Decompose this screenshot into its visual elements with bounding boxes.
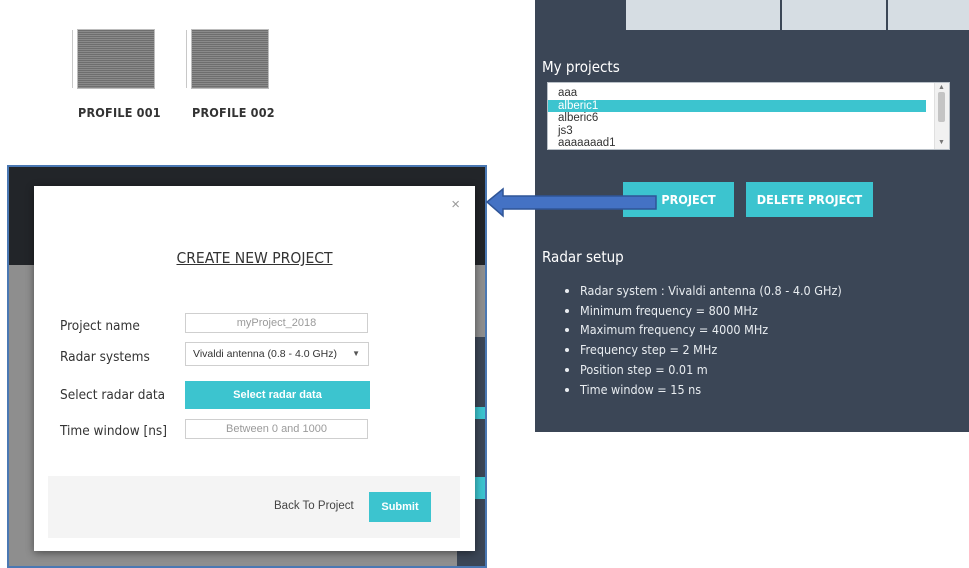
scrollbar-thumb[interactable] xyxy=(938,92,945,122)
setup-item: Maximum frequency = 4000 MHz xyxy=(563,320,842,340)
back-to-project-link[interactable]: Back To Project xyxy=(274,500,354,512)
setup-item: Minimum frequency = 800 MHz xyxy=(563,301,842,321)
submit-button[interactable]: Submit xyxy=(369,492,431,522)
setup-item: Position step = 0.01 m xyxy=(563,360,842,380)
project-item-selected[interactable]: alberic1 xyxy=(548,99,926,112)
setup-item: Radar system : Vivaldi antenna (0.8 - 4.… xyxy=(563,281,842,301)
radar-setup-title: Radar setup xyxy=(542,248,624,266)
project-list-scrollbar[interactable]: ▲ ▼ xyxy=(934,83,949,149)
modal-title: CREATE NEW PROJECT xyxy=(176,249,333,267)
tab-3[interactable] xyxy=(782,0,886,30)
project-item[interactable]: js3 xyxy=(548,125,926,138)
close-icon[interactable]: × xyxy=(451,196,460,213)
select-radar-data-button[interactable]: Select radar data xyxy=(185,381,370,409)
tab-active[interactable] xyxy=(535,0,625,30)
setup-item: Frequency step = 2 MHz xyxy=(563,340,842,360)
project-name-input[interactable]: myProject_2018 xyxy=(185,313,368,333)
radar-systems-label: Radar systems xyxy=(60,349,150,365)
radar-setup-list: Radar system : Vivaldi antenna (0.8 - 4.… xyxy=(563,281,842,399)
time-window-input[interactable]: Between 0 and 1000 xyxy=(185,419,368,439)
tab-bar xyxy=(535,0,969,30)
select-radar-data-label: Select radar data xyxy=(60,387,166,403)
left-arrow-icon xyxy=(485,187,657,218)
setup-item: Time window = 15 ns xyxy=(563,380,842,400)
profile-thumbnail-001[interactable] xyxy=(72,29,155,89)
my-projects-title: My projects xyxy=(542,58,620,76)
project-listbox[interactable]: aaa alberic1 alberic6 js3 aaaaaaad1 ▲ ▼ xyxy=(547,82,950,150)
time-window-label: Time window [ns] xyxy=(60,423,167,439)
scroll-down-icon[interactable]: ▼ xyxy=(938,139,945,147)
tab-4[interactable] xyxy=(888,0,969,30)
radar-systems-select[interactable]: Vivaldi antenna (0.8 - 4.0 GHz) ▼ xyxy=(185,342,369,366)
profile-label-002[interactable]: PROFILE 002 xyxy=(192,105,275,120)
tab-2[interactable] xyxy=(626,0,780,30)
profile-thumbnail-002[interactable] xyxy=(186,29,269,89)
radar-systems-value: Vivaldi antenna (0.8 - 4.0 GHz) xyxy=(193,348,337,360)
project-item[interactable]: alberic6 xyxy=(548,112,926,125)
delete-project-button[interactable]: DELETE PROJECT xyxy=(746,182,873,217)
project-item[interactable]: aaa xyxy=(548,87,926,100)
profile-label-001[interactable]: PROFILE 001 xyxy=(78,105,161,120)
project-item[interactable]: aaaaaaad1 xyxy=(548,137,926,149)
create-project-modal: × CREATE NEW PROJECT Project name myProj… xyxy=(34,186,475,551)
project-name-label: Project name xyxy=(60,318,140,334)
scroll-up-icon[interactable]: ▲ xyxy=(938,84,945,92)
modal-footer: Back To Project Submit xyxy=(48,476,460,538)
chevron-down-icon: ▼ xyxy=(352,349,360,358)
